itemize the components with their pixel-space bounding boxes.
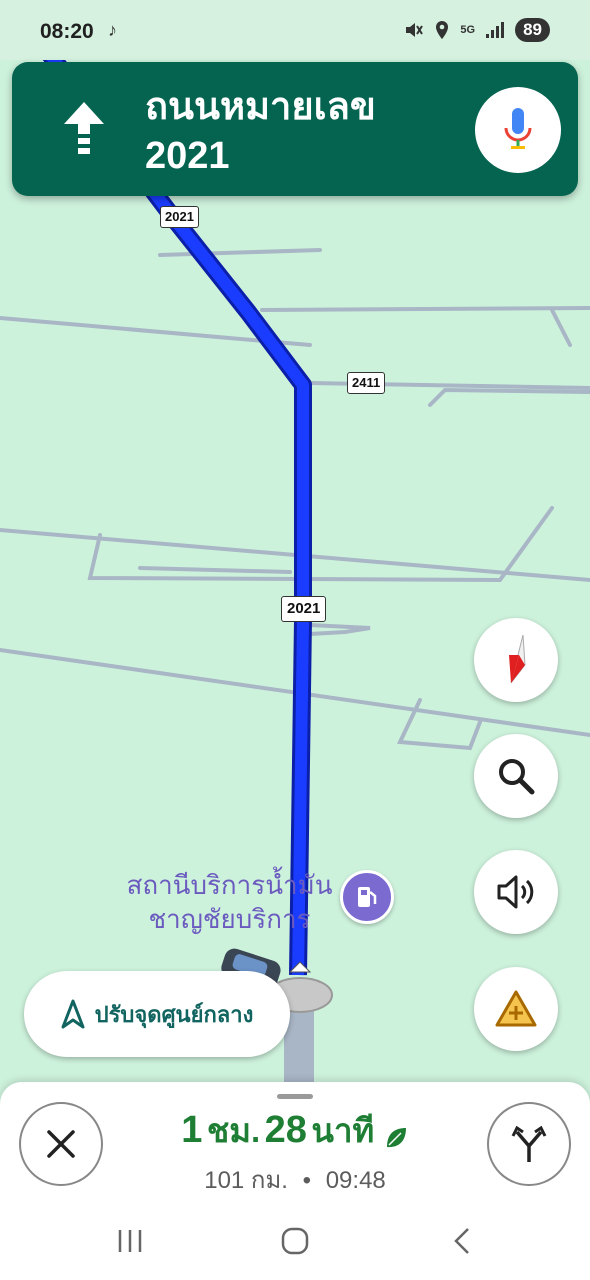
home-icon[interactable]	[280, 1226, 310, 1256]
straight-arrow-icon	[64, 102, 104, 154]
signal-icon	[486, 22, 505, 38]
street-number: 2021	[145, 135, 230, 177]
navigation-banner[interactable]: ถนนหมายเลข 2021	[12, 62, 578, 196]
status-time: 08:20	[40, 20, 94, 43]
microphone-icon	[504, 108, 532, 149]
search-button[interactable]	[474, 734, 558, 818]
arrival-time: 09:48	[325, 1167, 386, 1194]
navigation-arrow-icon	[61, 999, 85, 1029]
poi-name-line2: ชาญชัยบริการ	[148, 904, 311, 934]
trip-separator: •	[302, 1167, 312, 1194]
leaf-icon	[386, 1127, 406, 1147]
status-bar: 08:20 ♪ 5G 89	[0, 0, 590, 60]
report-incident-button[interactable]	[474, 967, 558, 1051]
route-sign: 2021	[281, 596, 327, 622]
mute-icon	[406, 23, 424, 37]
gas-station-icon[interactable]	[340, 870, 394, 924]
system-navigation-bar	[0, 1200, 590, 1280]
recenter-button[interactable]: ปรับจุดศูนย์กลาง	[24, 971, 290, 1057]
duration-hours-unit: ชม.	[206, 1112, 261, 1149]
compass-button[interactable]	[474, 618, 558, 702]
network-type: 5G	[460, 23, 476, 36]
duration-hours: 1	[181, 1109, 203, 1151]
fork-routes-icon	[511, 1125, 547, 1162]
battery-level: 89	[515, 18, 550, 42]
search-icon	[499, 759, 535, 795]
street-name: ถนนหมายเลข	[145, 86, 376, 128]
alternate-routes-button[interactable]	[487, 1102, 571, 1186]
recents-icon[interactable]	[115, 1228, 145, 1254]
volume-icon	[497, 875, 534, 909]
voice-search-button[interactable]	[475, 87, 561, 173]
poi-label[interactable]: สถานีบริการน้ำมัน ชาญชัยบริการ	[122, 868, 337, 936]
duration-minutes-unit: นาที	[311, 1112, 375, 1149]
tiktok-icon: ♪	[108, 20, 117, 40]
location-icon	[436, 21, 449, 39]
back-icon[interactable]	[450, 1226, 474, 1256]
duration-minutes: 28	[264, 1109, 307, 1151]
report-incident-icon	[495, 990, 537, 1027]
recenter-label: ปรับจุดศูนย์กลาง	[94, 1001, 254, 1027]
sound-button[interactable]	[474, 850, 558, 934]
route-sign: 2411	[347, 372, 386, 394]
sheet-handle[interactable]	[277, 1094, 313, 1099]
route-sign: 2021	[160, 206, 199, 228]
poi-name-line1: สถานีบริการน้ำมัน	[126, 870, 333, 900]
trip-distance: 101 กม.	[204, 1167, 288, 1194]
compass-icon	[509, 635, 526, 684]
